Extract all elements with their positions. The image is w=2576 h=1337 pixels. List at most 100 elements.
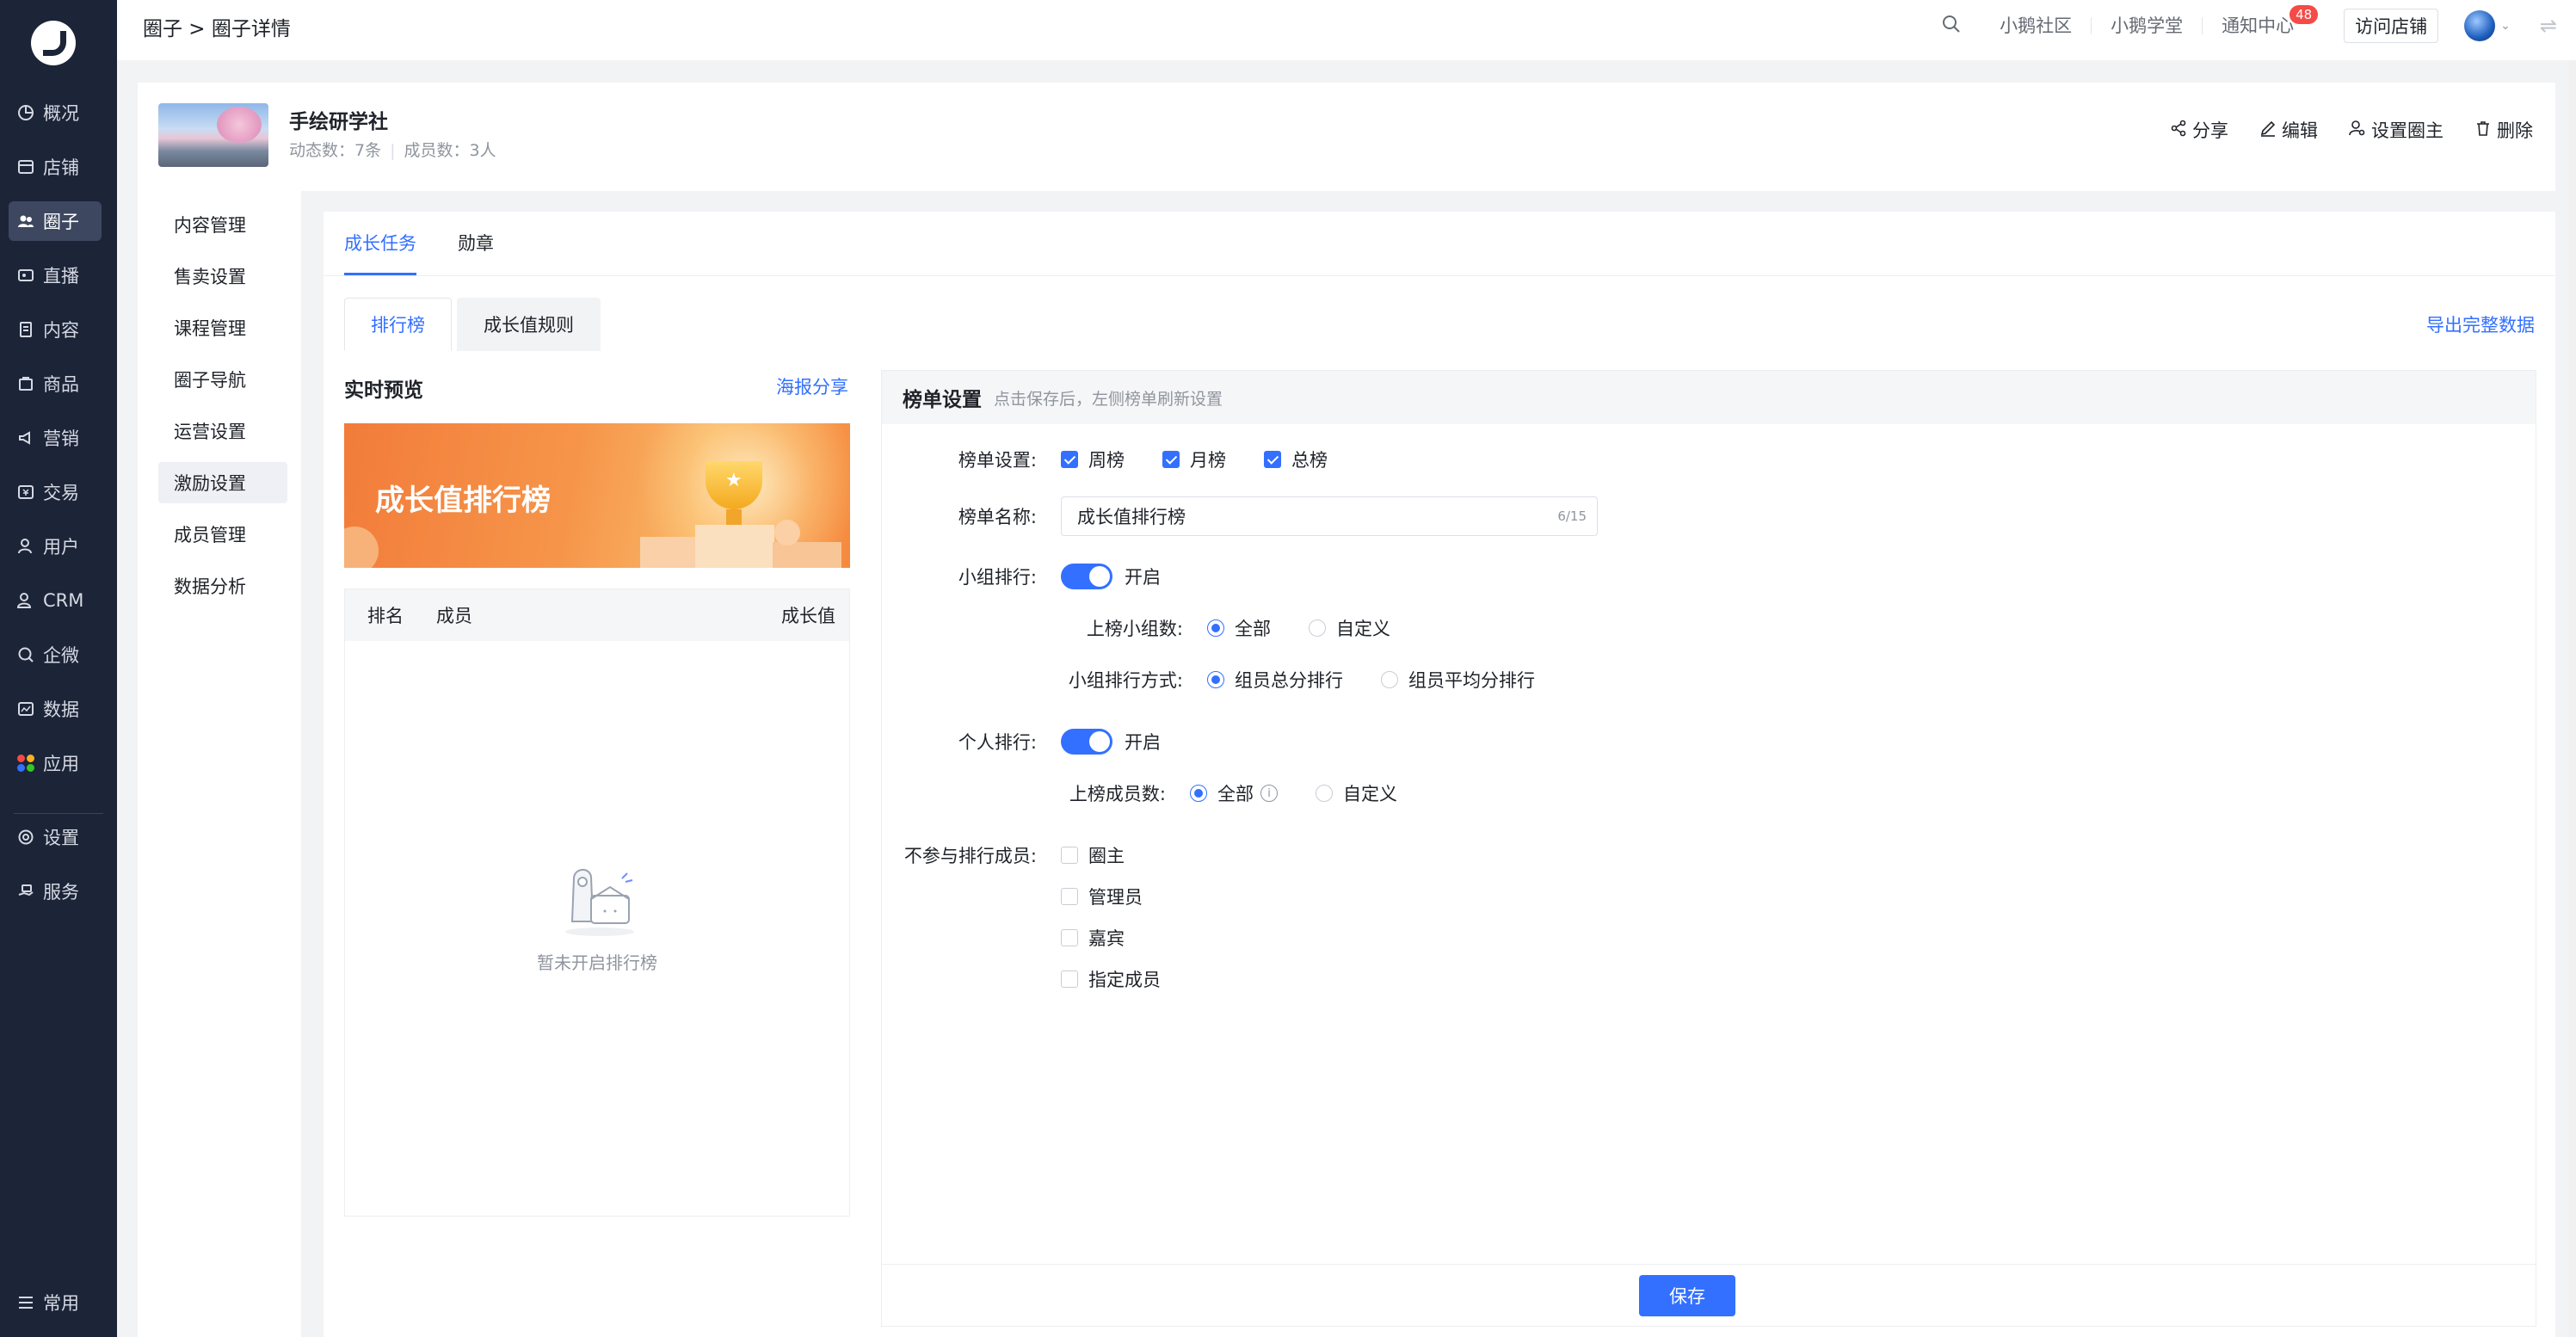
settings-header: 榜单设置 点击保存后，左侧榜单刷新设置 [882,371,2536,424]
sidebar-item-label: 交易 [43,483,79,503]
sub-menu-item[interactable]: 成员管理 [158,514,287,555]
sidebar-item-store[interactable]: 店铺 [9,147,102,187]
weekly-board-checkbox[interactable]: 周榜 [1061,447,1125,472]
board-name-input[interactable]: 成长值排行榜 6/15 [1061,496,1598,536]
sub-menu-item[interactable]: 售卖设置 [158,256,287,297]
app-logo[interactable] [31,21,76,65]
checkbox-checked[interactable] [1061,451,1078,468]
member-count-custom-radio[interactable]: 自定义 [1316,780,1397,806]
sub-menu-item[interactable]: 课程管理 [158,307,287,348]
sub-menu-item[interactable]: 运营设置 [158,410,287,452]
exclude-guest-checkbox[interactable]: 嘉宾 [1061,925,1125,951]
checkbox-unchecked[interactable] [1061,970,1078,988]
radio-unselected[interactable] [1316,785,1333,802]
checkbox-unchecked[interactable] [1061,888,1078,905]
member-count-all-radio[interactable]: 全部 [1190,780,1254,806]
checkbox-unchecked[interactable] [1061,847,1078,864]
exclude-specified-checkbox[interactable]: 指定成员 [1061,966,1161,992]
content-icon [17,321,34,338]
community-link[interactable]: 小鹅社区 [1981,17,2091,35]
chevron-down-icon[interactable]: ⌄ [2500,19,2511,33]
info-icon[interactable]: i [1260,785,1278,802]
table-header: 排名 成员 成长值 [345,589,849,641]
tab-badge[interactable]: 勋章 [458,212,494,275]
avatar[interactable] [2464,10,2496,41]
checkbox-checked[interactable] [1264,451,1281,468]
set-owner-button[interactable]: 设置圈主 [2349,117,2444,143]
sub-menu-item-active[interactable]: 激励设置 [158,462,287,503]
checkbox-checked[interactable] [1162,451,1180,468]
group-count-custom-radio[interactable]: 自定义 [1309,615,1390,641]
radio-unselected[interactable] [1381,671,1398,688]
sidebar-item-label: 用户 [43,537,79,558]
option-label: 组员平均分排行 [1408,670,1535,691]
sidebar-item-favorites[interactable]: 常用 [9,1283,102,1322]
column-rank: 排名 [367,606,404,626]
store-icon [17,158,34,176]
personal-rank-toggle[interactable] [1061,729,1112,755]
sidebar-item-settings[interactable]: 设置 [9,817,102,857]
option-label: 月榜 [1190,450,1226,471]
academy-link[interactable]: 小鹅学堂 [2091,17,2202,35]
total-board-checkbox[interactable]: 总榜 [1264,447,1328,472]
share-button[interactable]: 分享 [2170,117,2228,143]
trash-icon [2474,120,2492,141]
checkbox-unchecked[interactable] [1061,929,1078,946]
sidebar-item-circle[interactable]: 圈子 [9,201,102,241]
radio-selected[interactable] [1207,671,1224,688]
sidebar-item-marketing[interactable]: 营销 [9,418,102,458]
exclude-owner-checkbox[interactable]: 圈主 [1061,842,1125,868]
sidebar-item-live[interactable]: 直播 [9,256,102,295]
edit-button[interactable]: 编辑 [2259,117,2318,143]
sidebar-item-user[interactable]: 用户 [9,527,102,566]
exclude-admin-checkbox[interactable]: 管理员 [1061,884,1143,909]
sidebar-item-product[interactable]: 商品 [9,364,102,404]
option-label: 管理员 [1088,887,1143,908]
segment-growth-rules[interactable]: 成长值规则 [457,298,601,351]
group-total-score-radio[interactable]: 组员总分排行 [1207,667,1343,693]
segment-leaderboard[interactable]: 排行榜 [344,298,452,351]
sidebar-item-label: 服务 [43,882,79,903]
delete-button[interactable]: 删除 [2474,117,2533,143]
option-label: 自定义 [1343,784,1397,804]
sidebar-item-wecom[interactable]: 企微 [9,635,102,675]
sidebar-item-label: 设置 [43,828,79,848]
radio-unselected[interactable] [1309,619,1326,637]
service-icon [17,883,34,900]
delete-label: 删除 [2497,120,2533,141]
monthly-board-checkbox[interactable]: 月榜 [1162,447,1226,472]
sub-menu-item[interactable]: 圈子导航 [158,359,287,400]
main-sidebar: 概况 店铺 圈子 直播 内容 商品 营销 交易 用户 CRM 企微 数据 应用 … [0,0,117,1337]
sidebar-item-content[interactable]: 内容 [9,310,102,349]
group-rank-toggle[interactable] [1061,564,1112,589]
search-icon[interactable] [1941,14,1962,38]
radio-selected[interactable] [1207,619,1224,637]
save-button[interactable]: 保存 [1639,1275,1735,1316]
notification-center-link[interactable]: 通知中心 48 [2202,5,2319,35]
sidebar-item-label: 内容 [43,320,79,341]
tab-growth-task[interactable]: 成长任务 [344,212,416,275]
group-count-all-radio[interactable]: 全部 [1207,615,1271,641]
sub-menu-item[interactable]: 内容管理 [158,204,287,245]
poster-share-link[interactable]: 海报分享 [776,373,848,399]
sidebar-item-overview[interactable]: 概况 [9,93,102,132]
page-scrollbar[interactable] [2569,60,2576,1337]
sidebar-item-label: CRM [43,590,84,611]
visit-store-button[interactable]: 访问店铺 [2344,9,2439,43]
sidebar-item-data[interactable]: 数据 [9,689,102,729]
sidebar-item-service[interactable]: 服务 [9,872,102,911]
sub-menu-item[interactable]: 数据分析 [158,565,287,607]
group-rank-state: 开启 [1125,567,1161,588]
exclude-specified-row: 指定成员 [1061,966,1199,992]
sidebar-item-trade[interactable]: 交易 [9,472,102,512]
export-data-link[interactable]: 导出完整数据 [2426,311,2535,337]
sidebar-item-crm[interactable]: CRM [9,581,102,620]
swap-icon[interactable]: ⇌ [2540,14,2557,38]
radio-selected[interactable] [1190,785,1207,802]
settings-hint: 点击保存后，左侧榜单刷新设置 [994,389,1223,409]
sidebar-item-apps[interactable]: 应用 [9,743,102,783]
sidebar-item-label: 常用 [43,1293,79,1314]
group-average-score-radio[interactable]: 组员平均分排行 [1381,667,1535,693]
member-count: 成员数：3人 [404,141,496,160]
group-rank-row: 小组排行: 开启 [882,564,1161,589]
